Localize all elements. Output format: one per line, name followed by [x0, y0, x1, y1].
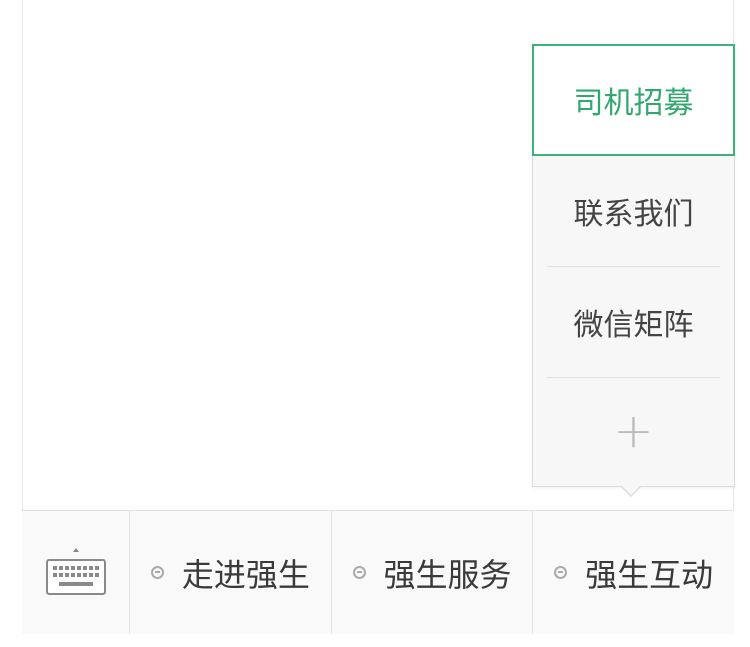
submenu-item-label: 微信矩阵 [573, 307, 694, 343]
menu-dot-icon [554, 566, 568, 579]
submenu-item-label: 联系我们 [573, 196, 694, 232]
submenu-item-wechat-matrix[interactable]: 微信矩阵 [533, 266, 734, 377]
menu-tab-label: 走进强生 [181, 555, 310, 594]
menu-tab-services[interactable]: 强生服务 [332, 511, 534, 634]
submenu-pointer-fill [621, 485, 641, 495]
submenu-item-contact-us[interactable]: 联系我们 [533, 155, 734, 266]
submenu-add-button[interactable]: + [533, 377, 734, 485]
menu-tab-about[interactable]: 走进强生 [130, 511, 332, 634]
plus-icon: + [613, 403, 654, 459]
keyboard-toggle-button[interactable] [22, 511, 130, 634]
menu-tab-label: 强生服务 [383, 555, 512, 594]
submenu-item-driver-recruit[interactable]: 司机招募 [532, 44, 735, 156]
menu-dot-icon [150, 566, 164, 579]
submenu-popup: 司机招募 联系我们 微信矩阵 + [532, 44, 735, 487]
menu-tab-interaction[interactable]: 强生互动 [533, 511, 734, 634]
keyboard-icon [45, 547, 106, 595]
menu-tab-label: 强生互动 [585, 555, 714, 594]
menu-dot-icon [352, 566, 366, 579]
submenu-item-label: 司机招募 [573, 86, 694, 121]
bottom-menu-bar: 走进强生 强生服务 强生互动 [22, 510, 734, 634]
